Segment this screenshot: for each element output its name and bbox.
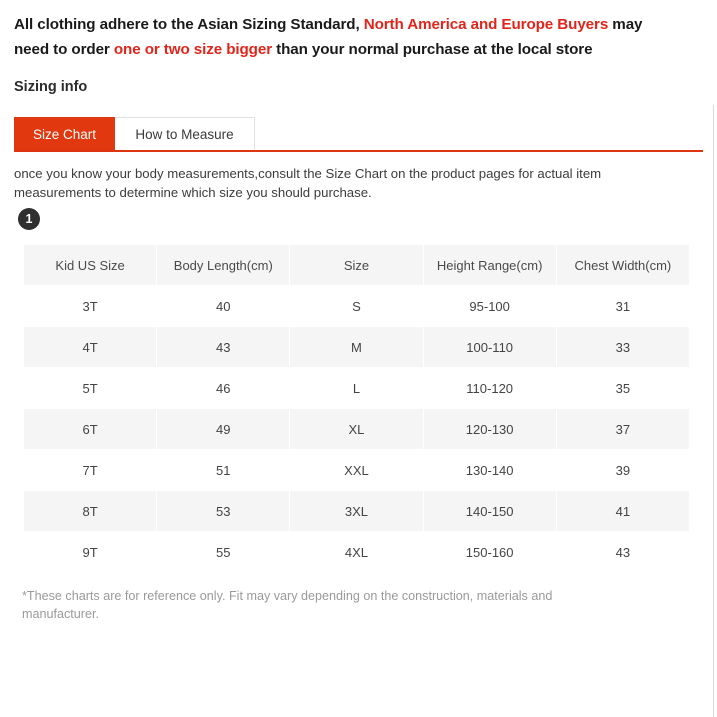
cell-kid-us-size: 3T	[24, 286, 157, 326]
cell-size: S	[290, 286, 423, 326]
intro-line1-highlight: North America and Europe Buyers	[363, 16, 609, 33]
tabs-bar: Size Chart How to Measure	[0, 117, 717, 152]
intro-line1-text-before: All clothing adhere to the Asian Sizing …	[14, 16, 364, 33]
cell-height-range: 130-140	[423, 450, 556, 490]
cell-body-length: 53	[157, 491, 290, 531]
cell-kid-us-size: 7T	[24, 450, 157, 490]
cell-height-range: 110-120	[423, 368, 556, 408]
cell-size: M	[290, 327, 423, 367]
table-row: 3T 40 S 95-100 31	[24, 286, 689, 326]
cell-body-length: 40	[157, 286, 290, 326]
cell-chest-width: 35	[556, 368, 689, 408]
cell-chest-width: 33	[556, 327, 689, 367]
intro-line1-text-after: may	[608, 16, 643, 33]
intro-line-2: need to order one or two size bigger tha…	[14, 37, 703, 62]
tab-how-to-measure[interactable]: How to Measure	[115, 117, 255, 151]
cell-size: XL	[290, 409, 423, 449]
cell-size: 3XL	[290, 491, 423, 531]
cell-height-range: 120-130	[423, 409, 556, 449]
cell-body-length: 55	[157, 532, 290, 572]
cell-body-length: 49	[157, 409, 290, 449]
size-chart-table-body: 3T 40 S 95-100 31 4T 43 M 100-110 33 5T …	[24, 286, 689, 572]
table-row: 6T 49 XL 120-130 37	[24, 409, 689, 449]
section-heading: Sizing info	[14, 79, 88, 95]
cell-chest-width: 43	[556, 532, 689, 572]
column-header-size: Size	[290, 245, 423, 285]
cell-kid-us-size: 6T	[24, 409, 157, 449]
instructions-text: once you know your body measurements,con…	[14, 166, 602, 200]
footnote-text: *These charts are for reference only. Fi…	[22, 589, 553, 621]
table-row: 9T 55 4XL 150-160 43	[24, 532, 689, 572]
tab-strip: Size Chart How to Measure	[14, 117, 255, 151]
table-row: 8T 53 3XL 140-150 41	[24, 491, 689, 531]
tab-underline	[14, 150, 703, 152]
cell-chest-width: 41	[556, 491, 689, 531]
cell-kid-us-size: 8T	[24, 491, 157, 531]
table-row: 7T 51 XXL 130-140 39	[24, 450, 689, 490]
step-number-badge: 1	[18, 208, 40, 230]
cell-chest-width: 37	[556, 409, 689, 449]
size-chart-table-head: Kid US Size Body Length(cm) Size Height …	[24, 245, 689, 285]
column-header-body-length: Body Length(cm)	[157, 245, 290, 285]
cell-height-range: 100-110	[423, 327, 556, 367]
cell-body-length: 43	[157, 327, 290, 367]
intro-banner: All clothing adhere to the Asian Sizing …	[0, 0, 717, 62]
intro-line2-text-before: need to order	[14, 41, 114, 58]
cell-size: XXL	[290, 450, 423, 490]
page-right-rule	[713, 105, 714, 717]
cell-size: L	[290, 368, 423, 408]
table-row: 5T 46 L 110-120 35	[24, 368, 689, 408]
cell-height-range: 150-160	[423, 532, 556, 572]
size-chart-table: Kid US Size Body Length(cm) Size Height …	[23, 244, 690, 573]
column-header-chest-width: Chest Width(cm)	[556, 245, 689, 285]
cell-kid-us-size: 5T	[24, 368, 157, 408]
intro-line2-text-after: than your normal purchase at the local s…	[272, 41, 593, 58]
column-header-height-range: Height Range(cm)	[423, 245, 556, 285]
cell-body-length: 46	[157, 368, 290, 408]
table-header-row: Kid US Size Body Length(cm) Size Height …	[24, 245, 689, 285]
cell-body-length: 51	[157, 450, 290, 490]
cell-size: 4XL	[290, 532, 423, 572]
intro-line2-highlight: one or two size bigger	[113, 41, 273, 58]
cell-chest-width: 31	[556, 286, 689, 326]
column-header-kid-us-size: Kid US Size	[24, 245, 157, 285]
cell-kid-us-size: 4T	[24, 327, 157, 367]
cell-height-range: 95-100	[423, 286, 556, 326]
intro-line-1: All clothing adhere to the Asian Sizing …	[14, 12, 703, 37]
cell-chest-width: 39	[556, 450, 689, 490]
tab-size-chart[interactable]: Size Chart	[14, 117, 115, 151]
cell-kid-us-size: 9T	[24, 532, 157, 572]
cell-height-range: 140-150	[423, 491, 556, 531]
table-row: 4T 43 M 100-110 33	[24, 327, 689, 367]
